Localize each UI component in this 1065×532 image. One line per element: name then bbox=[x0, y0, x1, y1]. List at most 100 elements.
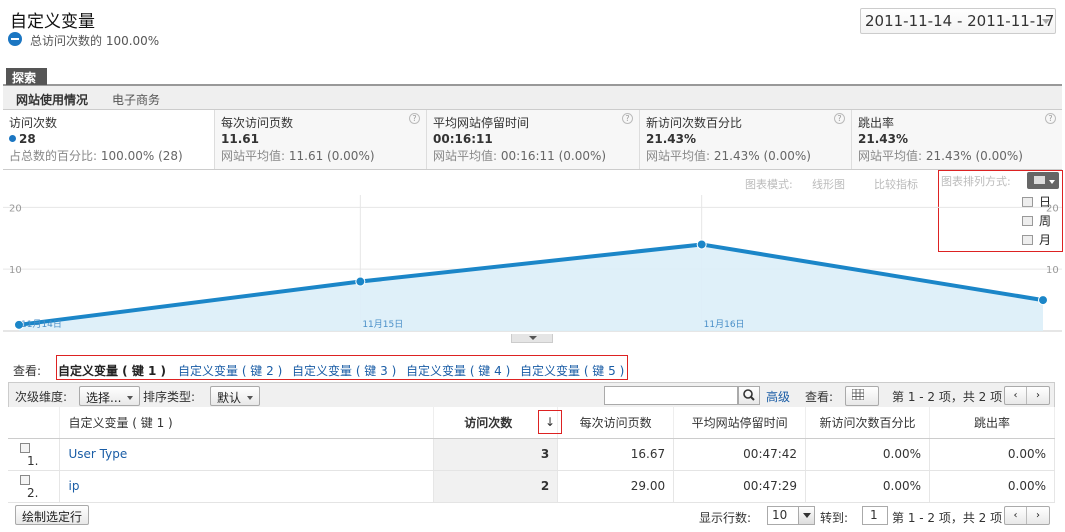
row-visits: 3 bbox=[433, 438, 559, 471]
table-grid-icon bbox=[851, 388, 865, 401]
metric-visits[interactable]: 访问次数 28 占总数的百分比: 100.00% (28) bbox=[3, 110, 215, 169]
metric-bounce-rate[interactable]: 跳出率 21.43% 网站平均值: 21.43% (0.00%) ? bbox=[852, 110, 1062, 169]
goto-label: 转到: bbox=[820, 511, 849, 525]
row-visits: 2 bbox=[433, 470, 559, 503]
metric-value: 21.43% bbox=[646, 132, 696, 146]
subtab-ecommerce[interactable]: 电子商务 bbox=[112, 91, 160, 108]
sort-descending-button[interactable]: ↓ bbox=[538, 410, 562, 434]
tab-explore[interactable]: 探索 bbox=[6, 68, 47, 85]
segment-label: 总访问次数的 100.00% bbox=[30, 34, 160, 48]
key-tab-3[interactable]: 自定义变量 ( 键 3 ) bbox=[292, 362, 396, 379]
data-point bbox=[696, 239, 707, 250]
chart-mode-line-option[interactable]: 线形图 bbox=[812, 176, 845, 192]
metric-pages-per-visit[interactable]: 每次访问页数 11.61 网站平均值: 11.61 (0.00%) ? bbox=[215, 110, 427, 169]
help-icon[interactable]: ? bbox=[409, 113, 420, 124]
collapse-chart-toggle[interactable] bbox=[511, 334, 553, 343]
metric-sub-label: 网站平均值: bbox=[646, 149, 711, 163]
metric-name: 平均网站停留时间 bbox=[433, 116, 530, 130]
data-table: 自定义变量 ( 键 1 ) 访问次数 每次访问页数 平均网站停留时间 新访问次数… bbox=[8, 407, 1055, 503]
metric-sub-value: 21.43% (0.00%) bbox=[713, 149, 811, 163]
search-icon bbox=[743, 389, 755, 401]
plot-rows-button[interactable]: 绘制选定行 bbox=[15, 505, 90, 525]
help-icon[interactable]: ? bbox=[1045, 113, 1056, 124]
help-icon[interactable]: ? bbox=[834, 113, 845, 124]
help-icon[interactable]: ? bbox=[622, 113, 633, 124]
pagination-info-bottom: 第 1 - 2 项，共 2 项 bbox=[892, 511, 1003, 525]
y-tick-label-left: 20 bbox=[9, 203, 22, 214]
metric-name: 访问次数 bbox=[9, 116, 58, 130]
secondary-dim-dropdown[interactable]: 选择... bbox=[79, 386, 141, 406]
next-page-icon[interactable]: › bbox=[1027, 387, 1049, 404]
y-tick-label-right: 10 bbox=[1046, 265, 1059, 276]
table-row: 1. User Type 3 16.67 00:47:42 0.00% 0.00… bbox=[8, 438, 1055, 471]
x-tick-label: 11月15日 bbox=[362, 319, 403, 330]
sort-type-dropdown[interactable]: 默认 bbox=[210, 386, 261, 406]
key-tab-5[interactable]: 自定义变量 ( 键 5 ) bbox=[520, 362, 624, 379]
y-tick-label-left: 10 bbox=[9, 265, 22, 276]
chart-sort-label: 图表排列方式: bbox=[941, 175, 1011, 188]
chevron-down-icon bbox=[247, 396, 254, 400]
granularity-dropdown-button[interactable] bbox=[1027, 172, 1059, 189]
row-key-link[interactable]: ip bbox=[68, 479, 79, 493]
date-range-picker[interactable]: 2011-11-14 - 2011-11-17 bbox=[860, 8, 1056, 34]
metric-avg-duration[interactable]: 平均网站停留时间 00:16:11 网站平均值: 00:16:11 (0.00%… bbox=[427, 110, 640, 169]
compare-metrics-option[interactable]: 比较指标 bbox=[874, 176, 918, 192]
key-tab-2[interactable]: 自定义变量 ( 键 2 ) bbox=[178, 362, 282, 379]
view-type-label: 查看: bbox=[805, 390, 834, 404]
date-range-text: 2011-11-14 - 2011-11-17 bbox=[865, 12, 1055, 30]
series-dot-icon bbox=[9, 135, 16, 142]
page-title: 自定义变量 bbox=[10, 12, 95, 32]
pager-top[interactable]: ‹ › bbox=[1004, 386, 1050, 405]
row-key-link[interactable]: User Type bbox=[68, 447, 127, 461]
view-type-dropdown[interactable] bbox=[845, 386, 879, 412]
advanced-filter-link[interactable]: 高级 bbox=[766, 388, 790, 405]
prev-page-icon[interactable]: ‹ bbox=[1005, 387, 1027, 404]
metric-sub-value: 11.61 (0.00%) bbox=[288, 149, 375, 163]
view-label: 查看: bbox=[13, 364, 42, 378]
col-header-bounce[interactable]: 跳出率 bbox=[929, 407, 1055, 439]
sort-type-value: 默认 bbox=[217, 391, 242, 405]
search-button[interactable] bbox=[738, 386, 760, 405]
metric-scorecards: 访问次数 28 占总数的百分比: 100.00% (28) 每次访问页数 11.… bbox=[3, 110, 1062, 170]
next-page-icon[interactable]: › bbox=[1027, 507, 1049, 524]
key-tab-4[interactable]: 自定义变量 ( 键 4 ) bbox=[406, 362, 510, 379]
row-checkbox[interactable] bbox=[20, 474, 30, 485]
row-pages: 16.67 bbox=[557, 438, 675, 471]
secondary-dim-value: 选择... bbox=[86, 391, 122, 405]
row-duration: 00:47:29 bbox=[673, 470, 807, 503]
row-checkbox[interactable] bbox=[20, 442, 30, 453]
chart-mode-label: 图表模式: bbox=[745, 178, 793, 191]
col-header-key[interactable]: 自定义变量 ( 键 1 ) bbox=[59, 407, 435, 439]
row-index: 2. bbox=[27, 486, 39, 500]
chevron-down-icon bbox=[1042, 19, 1050, 24]
row-new-pct: 0.00% bbox=[805, 438, 931, 471]
metric-sub-value: 100.00% (28) bbox=[100, 149, 183, 163]
pager-bottom[interactable]: ‹ › bbox=[1004, 506, 1050, 525]
rows-per-page-value: 10 bbox=[772, 508, 788, 522]
table-search-input[interactable] bbox=[604, 386, 738, 405]
key-tab-1[interactable]: 自定义变量 ( 键 1 ) bbox=[58, 362, 166, 379]
col-header-new-pct[interactable]: 新访问次数百分比 bbox=[805, 407, 931, 439]
sort-type-label: 排序类型: bbox=[143, 390, 196, 404]
goto-page-input[interactable]: 1 bbox=[862, 506, 888, 525]
y-tick-label-right: 20 bbox=[1046, 203, 1059, 214]
arrow-down-icon: ↓ bbox=[544, 415, 556, 429]
metric-name: 跳出率 bbox=[858, 116, 895, 130]
prev-page-icon[interactable]: ‹ bbox=[1005, 507, 1027, 524]
header-spacer bbox=[8, 407, 61, 439]
subtab-site-usage[interactable]: 网站使用情况 bbox=[16, 91, 88, 108]
subtab-bar bbox=[3, 86, 1062, 110]
col-header-pages[interactable]: 每次访问页数 bbox=[557, 407, 675, 439]
metric-sub-label: 网站平均值: bbox=[858, 149, 923, 163]
rows-per-page-select[interactable]: 10 bbox=[767, 506, 815, 525]
metric-value: 28 bbox=[19, 132, 36, 146]
col-header-duration[interactable]: 平均网站停留时间 bbox=[673, 407, 807, 439]
chevron-down-icon bbox=[127, 396, 134, 400]
table-header-row: 自定义变量 ( 键 1 ) 访问次数 每次访问页数 平均网站停留时间 新访问次数… bbox=[8, 407, 1055, 439]
segment-minus-icon[interactable] bbox=[8, 32, 22, 46]
metric-sub-value: 00:16:11 (0.00%) bbox=[500, 149, 607, 163]
metric-sub-label: 网站平均值: bbox=[433, 149, 498, 163]
metric-new-visits-pct[interactable]: 新访问次数百分比 21.43% 网站平均值: 21.43% (0.00%) ? bbox=[640, 110, 852, 169]
metric-name: 每次访问页数 bbox=[221, 116, 294, 130]
metric-value: 00:16:11 bbox=[433, 132, 493, 146]
